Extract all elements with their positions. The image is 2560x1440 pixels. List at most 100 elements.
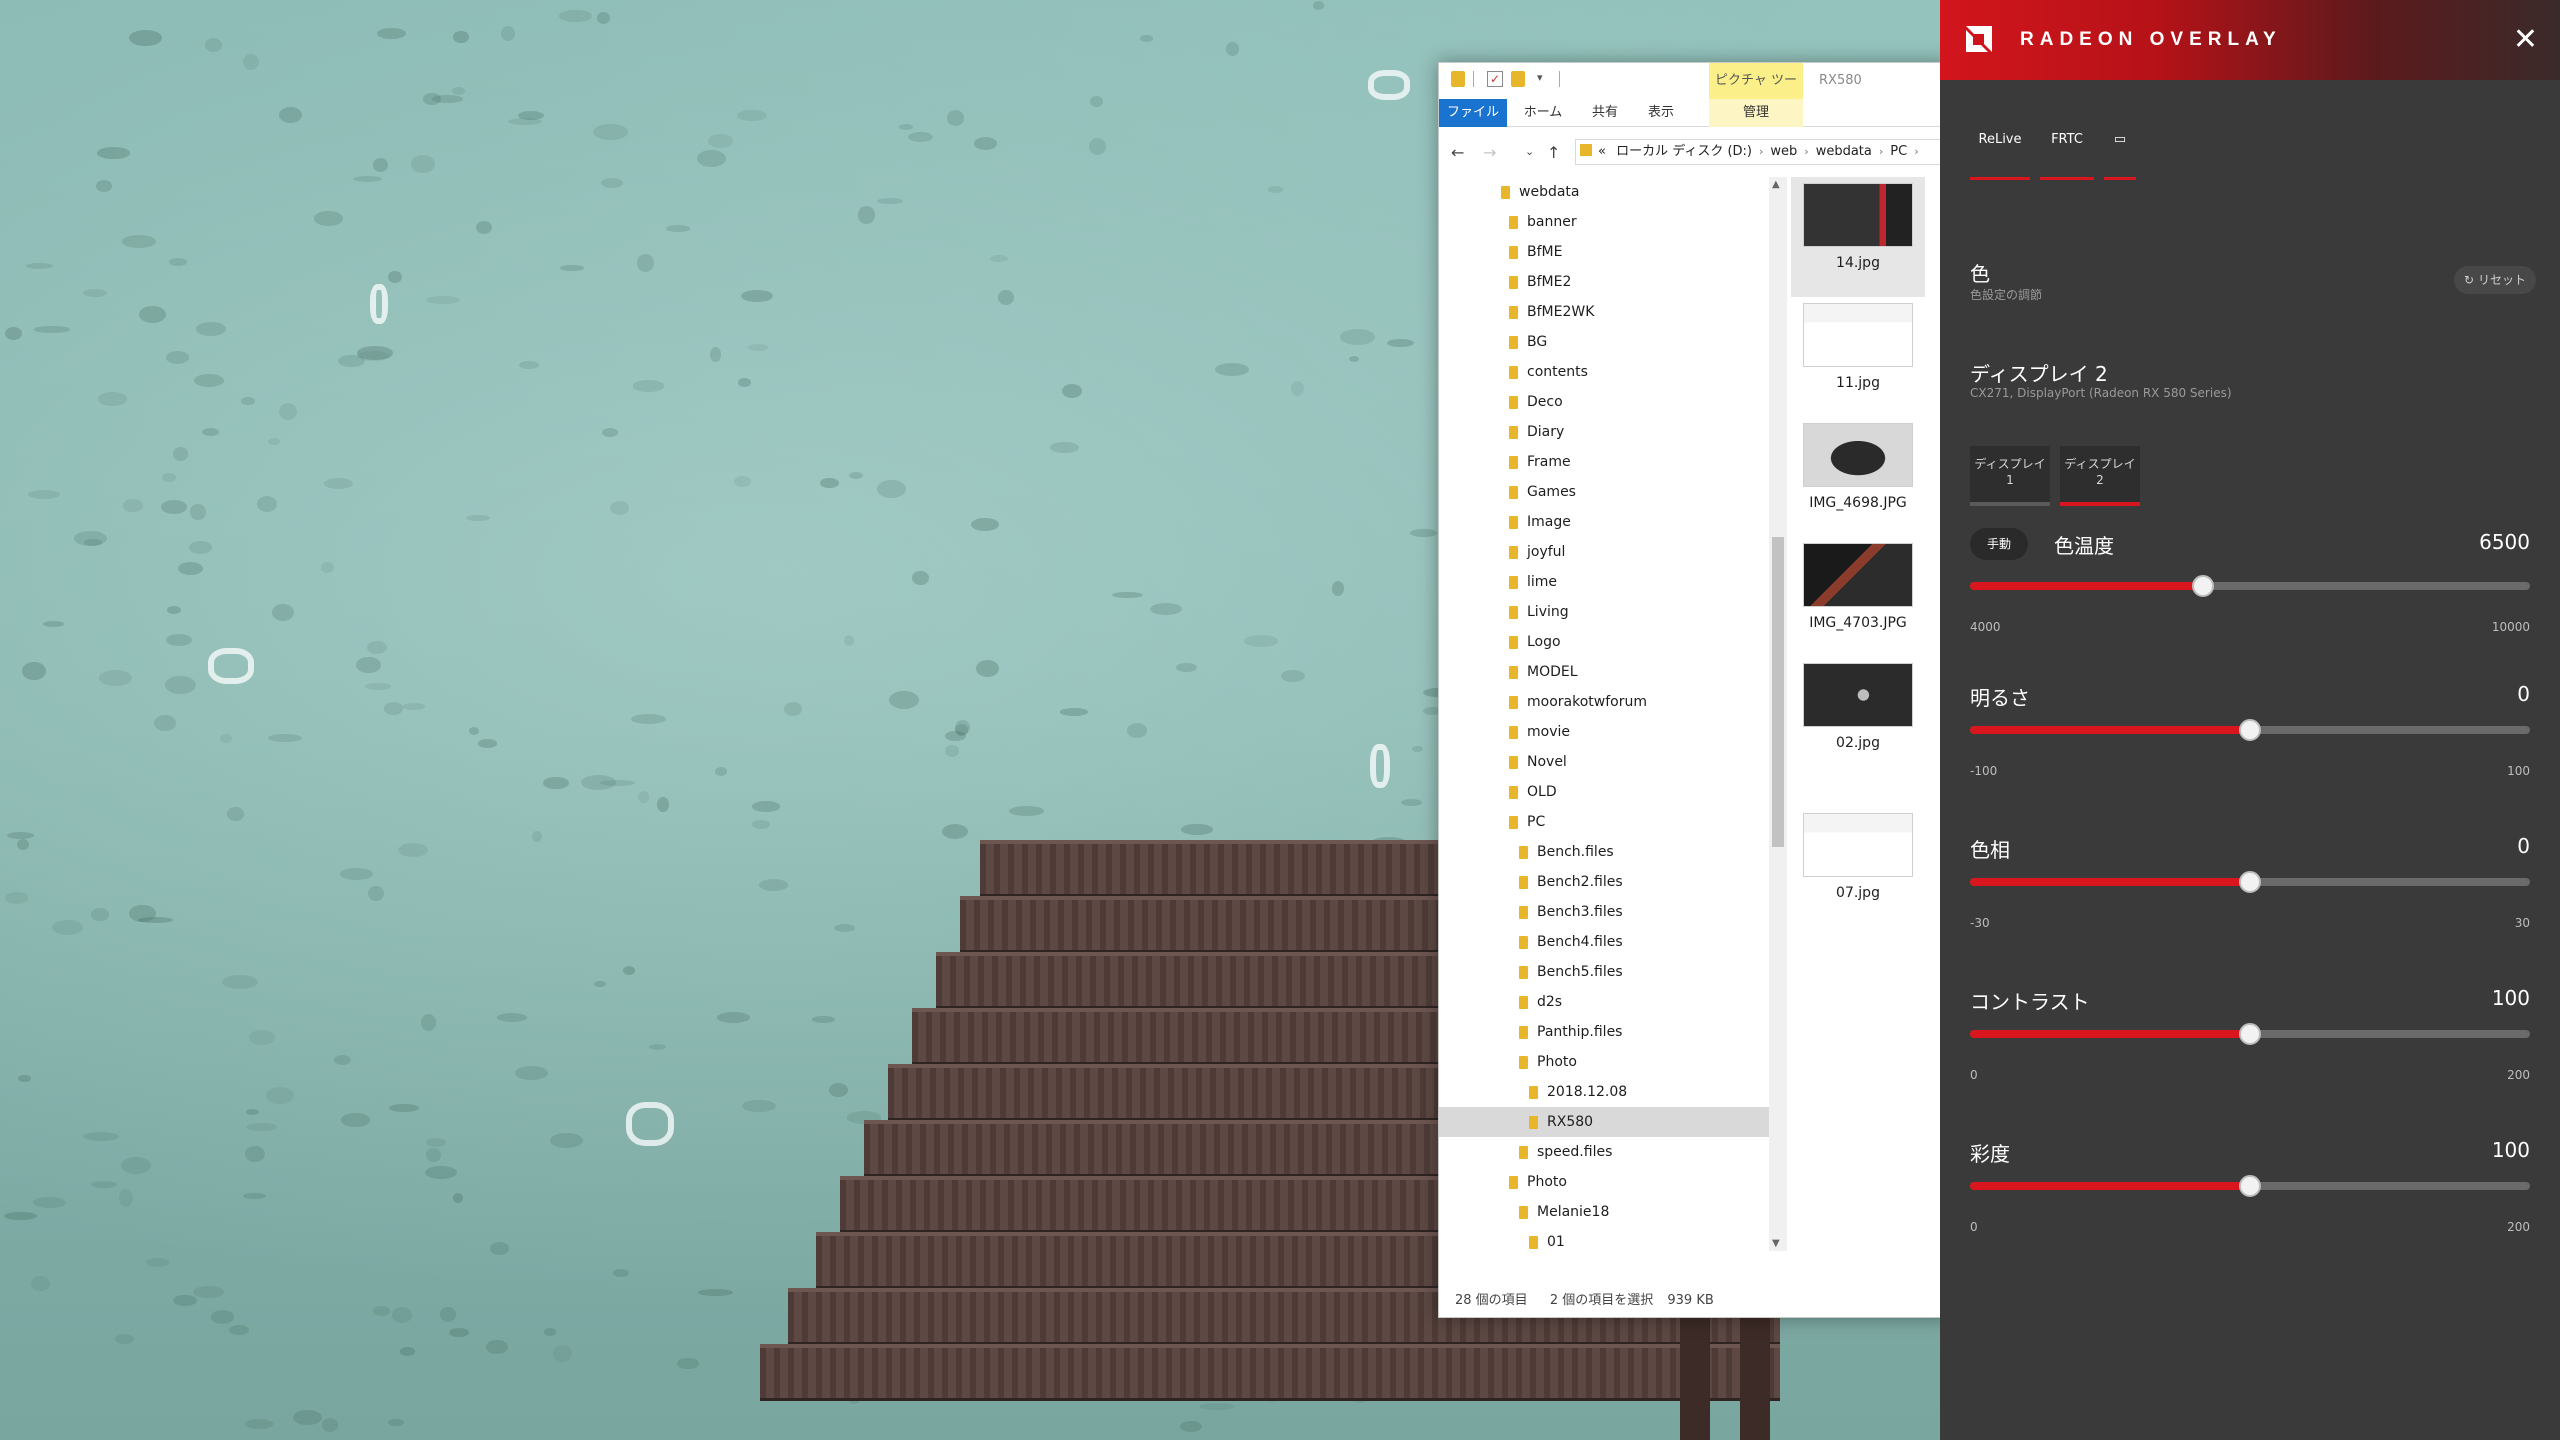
water-speck xyxy=(82,289,108,298)
slider-label: 彩度 xyxy=(1970,1142,2010,1166)
tree-item[interactable]: BfME2 xyxy=(1439,267,1769,297)
tree-item[interactable]: Deco xyxy=(1439,387,1769,417)
close-icon[interactable]: ✕ xyxy=(2513,22,2538,58)
tree-item[interactable]: webdata xyxy=(1439,177,1769,207)
properties-icon[interactable]: ✓ xyxy=(1487,71,1503,87)
tree-item[interactable]: Bench.files xyxy=(1439,837,1769,867)
slider-knob[interactable] xyxy=(2239,1023,2261,1045)
breadcrumb-web[interactable]: web xyxy=(1770,144,1797,159)
file-tile[interactable]: 14.jpg xyxy=(1791,177,1925,297)
tree-item[interactable]: 01 xyxy=(1439,1227,1769,1251)
tab-share[interactable]: 共有 xyxy=(1581,99,1629,127)
tree-item[interactable]: BG xyxy=(1439,327,1769,357)
tree-item[interactable]: lime xyxy=(1439,567,1769,597)
new-folder-icon[interactable] xyxy=(1511,71,1525,87)
breadcrumb-pc[interactable]: PC xyxy=(1890,144,1907,159)
file-tile[interactable]: 07.jpg xyxy=(1791,807,1925,917)
tree-item[interactable]: MODEL xyxy=(1439,657,1769,687)
slider-label: 色温度 xyxy=(2054,534,2114,558)
tree-item[interactable]: Bench5.files xyxy=(1439,957,1769,987)
file-tile[interactable]: 02.jpg xyxy=(1791,657,1925,757)
tree-item[interactable]: Photo xyxy=(1439,1047,1769,1077)
reset-button[interactable]: ↻ リセット xyxy=(2454,266,2536,294)
water-speck xyxy=(543,777,569,789)
tab-display[interactable]: ▭ xyxy=(2104,128,2136,180)
tree-item[interactable]: Frame xyxy=(1439,447,1769,477)
tree-item[interactable]: moorakotwforum xyxy=(1439,687,1769,717)
navigation-scrollbar[interactable]: ▲ ▼ xyxy=(1769,177,1787,1251)
scroll-thumb[interactable] xyxy=(1772,537,1784,847)
scroll-up-icon[interactable]: ▲ xyxy=(1772,179,1780,190)
slider-track[interactable] xyxy=(1970,575,2530,597)
display-2-button[interactable]: ディスプレイ 2 xyxy=(2060,446,2140,506)
tree-item[interactable]: RX580 xyxy=(1439,1107,1769,1137)
display-1-button[interactable]: ディスプレイ 1 xyxy=(1970,446,2050,506)
tree-item[interactable]: joyful xyxy=(1439,537,1769,567)
slider-track[interactable] xyxy=(1970,1175,2530,1197)
file-explorer-window[interactable]: ✓ ▾ ピクチャ ツール RX580 ファイル ホーム 共有 表示 管理 ← →… xyxy=(1438,62,1950,1318)
chevron-right-icon[interactable]: › xyxy=(1914,145,1918,158)
breadcrumb-drive[interactable]: ローカル ディスク (D:) xyxy=(1616,144,1752,159)
back-arrow-icon[interactable]: ← xyxy=(1451,143,1464,162)
scroll-down-icon[interactable]: ▼ xyxy=(1772,1238,1780,1249)
tree-item[interactable]: speed.files xyxy=(1439,1137,1769,1167)
tree-item[interactable]: Bench3.files xyxy=(1439,897,1769,927)
tree-item[interactable]: BfME xyxy=(1439,237,1769,267)
tab-view[interactable]: 表示 xyxy=(1637,99,1685,127)
file-list[interactable]: 14.jpg 11.jpg IMG_4698.JPG IMG_4703.JPG 02.j… xyxy=(1791,177,1951,1251)
tree-item[interactable]: banner xyxy=(1439,207,1769,237)
tree-item[interactable]: Games xyxy=(1439,477,1769,507)
tree-item[interactable]: 2018.12.08 xyxy=(1439,1077,1769,1107)
up-arrow-icon[interactable]: ↑ xyxy=(1547,143,1560,162)
slider-knob[interactable] xyxy=(2192,575,2215,597)
file-tile[interactable]: 11.jpg xyxy=(1791,297,1925,407)
folder-icon xyxy=(1519,906,1528,919)
slider-knob[interactable] xyxy=(2239,871,2261,893)
chevron-right-icon[interactable]: › xyxy=(1804,145,1808,158)
tab-frtc[interactable]: FRTC xyxy=(2040,128,2094,180)
tree-item[interactable]: contents xyxy=(1439,357,1769,387)
radeon-overlay-panel: RADEON OVERLAY ✕ ReLive FRTC ▭ 色 色設定の調節 … xyxy=(1940,0,2560,1440)
tree-item-label: Melanie18 xyxy=(1537,1204,1610,1220)
tree-item[interactable]: Image xyxy=(1439,507,1769,537)
breadcrumb-overflow[interactable]: « xyxy=(1598,144,1606,159)
tree-item[interactable]: Novel xyxy=(1439,747,1769,777)
tab-relive[interactable]: ReLive xyxy=(1970,128,2030,180)
slider-knob[interactable] xyxy=(2239,1175,2261,1197)
tree-item[interactable]: BfME2WK xyxy=(1439,297,1769,327)
tab-home[interactable]: ホーム xyxy=(1515,99,1571,127)
address-box[interactable]: « ローカル ディスク (D:) › web › webdata › PC › xyxy=(1575,139,1945,165)
tree-item[interactable]: Living xyxy=(1439,597,1769,627)
tree-item[interactable]: movie xyxy=(1439,717,1769,747)
folder-icon xyxy=(1501,186,1510,199)
tree-item[interactable]: Diary xyxy=(1439,417,1769,447)
forward-arrow-icon[interactable]: → xyxy=(1483,143,1496,162)
file-tile[interactable]: IMG_4698.JPG xyxy=(1791,417,1925,527)
tree-item[interactable]: d2s xyxy=(1439,987,1769,1017)
chevron-right-icon[interactable]: › xyxy=(1759,145,1763,158)
tab-manage[interactable]: 管理 xyxy=(1709,99,1803,127)
tree-item[interactable]: Photo xyxy=(1439,1167,1769,1197)
title-bar[interactable]: ✓ ▾ ピクチャ ツール RX580 xyxy=(1439,63,1949,124)
slider-track[interactable] xyxy=(1970,1023,2530,1045)
slider-track[interactable] xyxy=(1970,871,2530,893)
water-speck xyxy=(877,480,906,498)
tree-item[interactable]: Logo xyxy=(1439,627,1769,657)
tree-item[interactable]: Bench4.files xyxy=(1439,927,1769,957)
breadcrumb-webdata[interactable]: webdata xyxy=(1816,144,1872,159)
customize-quick-access-icon[interactable]: ▾ xyxy=(1537,71,1543,84)
tree-item-label: RX580 xyxy=(1547,1114,1594,1130)
slider-knob[interactable] xyxy=(2239,719,2261,741)
file-tile[interactable]: IMG_4703.JPG xyxy=(1791,537,1925,647)
tree-item[interactable]: Bench2.files xyxy=(1439,867,1769,897)
chevron-right-icon[interactable]: › xyxy=(1879,145,1883,158)
folder-icon xyxy=(1509,246,1518,259)
recent-locations-icon[interactable]: ⌄ xyxy=(1525,145,1534,158)
tab-file[interactable]: ファイル xyxy=(1439,99,1507,127)
slider-track[interactable] xyxy=(1970,719,2530,741)
tree-item[interactable]: OLD xyxy=(1439,777,1769,807)
tree-item[interactable]: PC xyxy=(1439,807,1769,837)
navigation-pane[interactable]: webdata banner BfME BfME2 BfME2WK BG contents D… xyxy=(1439,177,1769,1251)
tree-item[interactable]: Melanie18 xyxy=(1439,1197,1769,1227)
tree-item[interactable]: Panthip.files xyxy=(1439,1017,1769,1047)
